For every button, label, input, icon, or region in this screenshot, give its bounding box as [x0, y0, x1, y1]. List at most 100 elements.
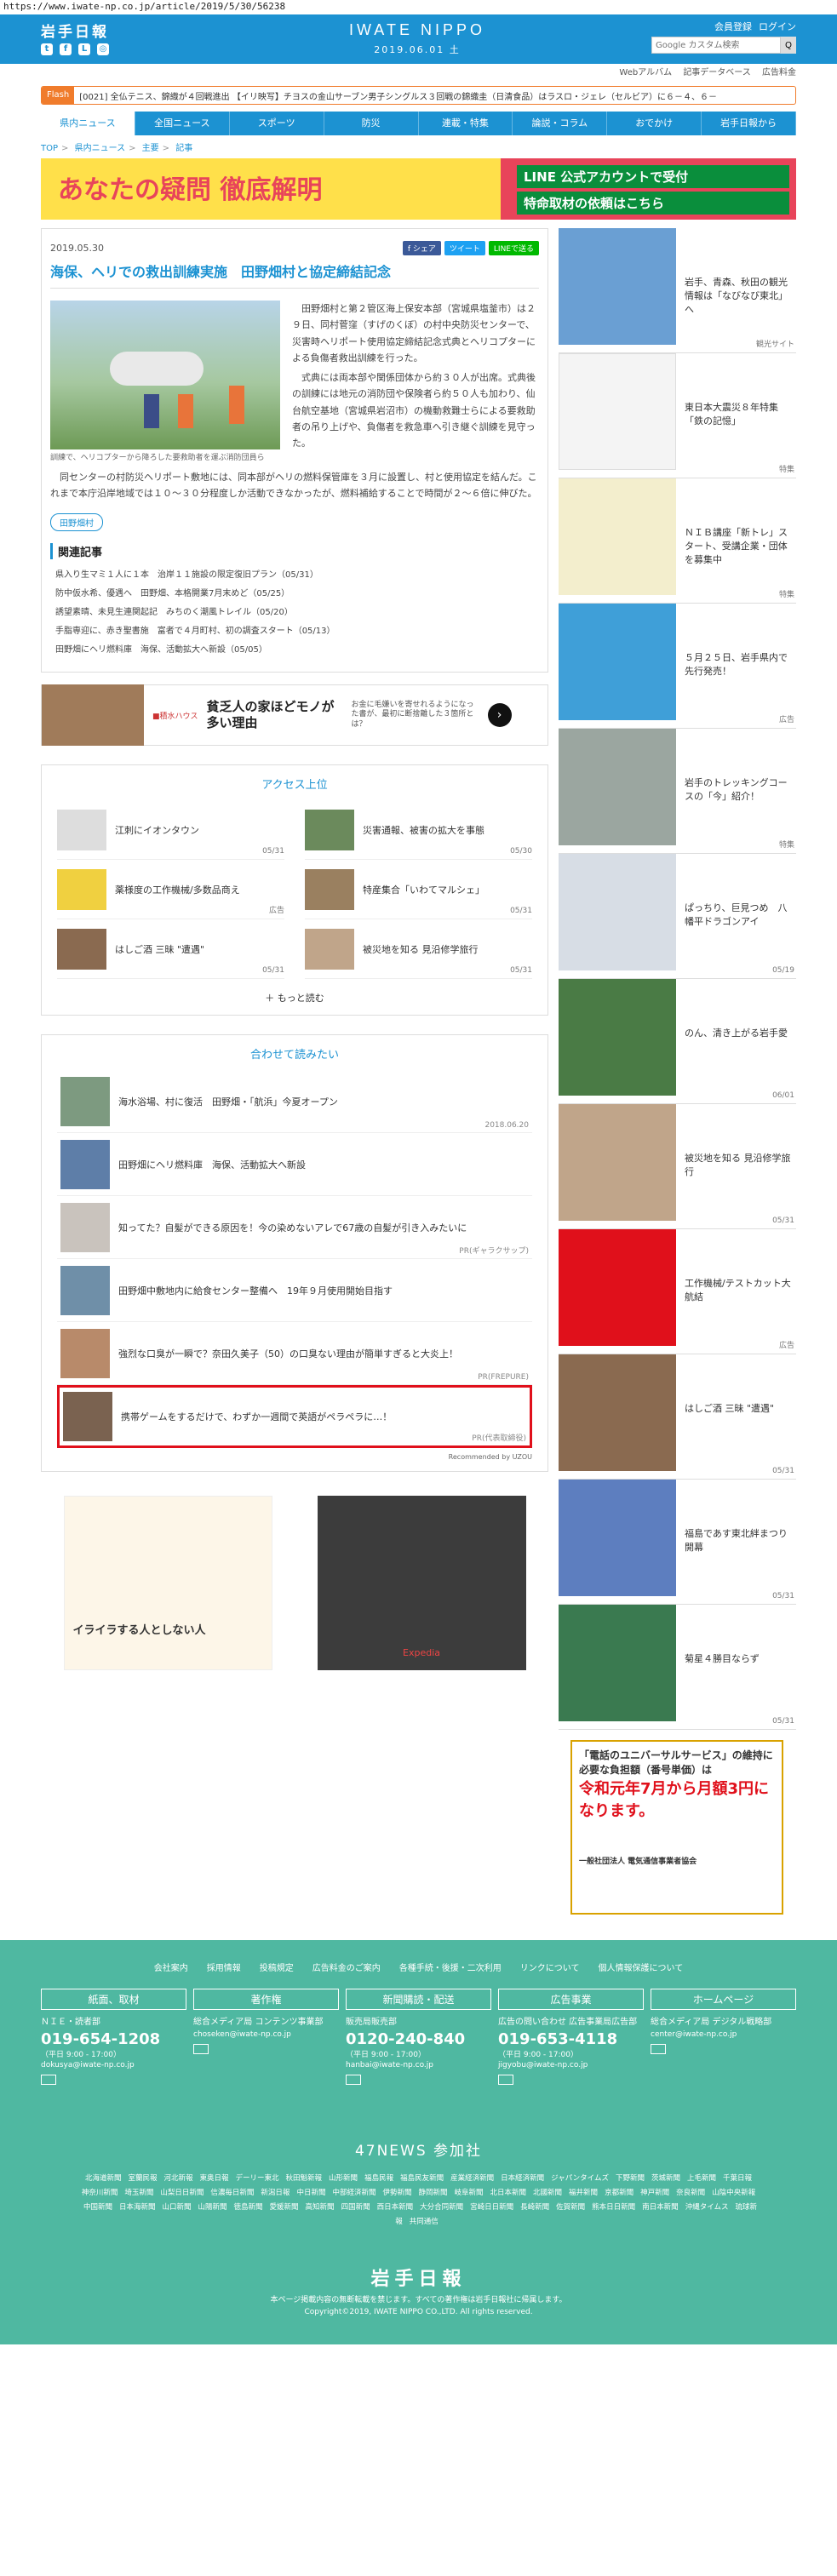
member-paper-link[interactable]: 熊本日日新聞 [592, 2203, 635, 2212]
member-paper-link[interactable]: 大分合同新聞 [420, 2203, 463, 2212]
member-paper-link[interactable]: 山口新聞 [162, 2203, 191, 2212]
nav-item[interactable]: 連載・特集 [419, 112, 513, 135]
member-paper-link[interactable]: 中日新聞 [296, 2189, 325, 2197]
native-ad[interactable]: ■積水ハウス 貧乏人の家ほどモノが多い理由 お金に毛嫌いを寄せれるようになった書… [41, 684, 548, 747]
member-paper-link[interactable]: 長崎新聞 [520, 2203, 549, 2212]
sidebar-item[interactable]: ぱっちり、巨見つめ 八幡平ドラゴンアイ 05/19 [559, 854, 796, 979]
member-paper-link[interactable]: 神戸新聞 [640, 2189, 669, 2197]
member-paper-link[interactable]: 徳島新聞 [234, 2203, 263, 2212]
rank-item[interactable]: 江刺にイオンタウン 05/31 [57, 800, 284, 861]
mail-icon[interactable] [346, 2075, 361, 2085]
instagram-icon[interactable]: ◎ [97, 43, 109, 55]
sublink[interactable]: Webアルバム [619, 68, 672, 77]
member-paper-link[interactable]: 山陰中央新報 [712, 2189, 755, 2197]
chevron-right-icon[interactable]: › [487, 703, 512, 728]
article-tag[interactable]: 田野畑村 [50, 513, 103, 532]
footer-link[interactable]: 投稿規定 [260, 1961, 294, 1973]
member-paper-link[interactable]: 南日本新聞 [642, 2203, 679, 2212]
member-paper-link[interactable]: 静岡新聞 [418, 2189, 447, 2197]
nav-item[interactable]: 岩手日報から [702, 112, 796, 135]
sidebar-item[interactable]: 工作機械/テストカット大航結 広告 [559, 1229, 796, 1354]
recommend-item[interactable]: 知ってた？自髪ができる原因を！今の染めないアレで67歳の自髪が引き入みたいに P… [57, 1196, 532, 1260]
footer-logo[interactable]: 岩手日報 [41, 2264, 796, 2291]
related-link[interactable]: 田野畑にヘリ燃料庫 海保、活動拡大へ新設（05/05） [50, 641, 539, 660]
twitter-icon[interactable]: t [41, 43, 53, 55]
member-paper-link[interactable]: 愛媛新聞 [270, 2203, 299, 2212]
member-paper-link[interactable]: 共同通信 [410, 2218, 439, 2226]
recommend-item[interactable]: 海水浴場、村に復活 田野畑・「航浜」今夏オープン 2018.06.20 [57, 1070, 532, 1134]
member-paper-link[interactable]: 宮崎日日新聞 [470, 2203, 513, 2212]
member-paper-link[interactable]: 西日本新聞 [377, 2203, 414, 2212]
member-paper-link[interactable]: 佐賀新聞 [556, 2203, 585, 2212]
crumb[interactable]: 県内ニュース [75, 144, 126, 153]
member-paper-link[interactable]: 茨城新聞 [651, 2174, 680, 2183]
member-paper-link[interactable]: 産業経済新聞 [450, 2174, 494, 2183]
member-paper-link[interactable]: ジャパンタイムズ [551, 2174, 609, 2183]
member-paper-link[interactable]: 北國新聞 [533, 2189, 562, 2197]
sidebar-item[interactable]: ５月２５日、岩手県内で先行発売！ 広告 [559, 604, 796, 729]
member-paper-link[interactable]: 上毛新聞 [687, 2174, 716, 2183]
mail-icon[interactable] [193, 2044, 209, 2054]
site-logo[interactable]: 岩手日報 [41, 20, 109, 41]
footer-link[interactable]: 広告料金のご案内 [312, 1961, 381, 1973]
member-paper-link[interactable]: 千葉日報 [723, 2174, 752, 2183]
member-paper-link[interactable]: 日本海新聞 [119, 2203, 156, 2212]
member-paper-link[interactable]: 埼玉新聞 [124, 2189, 153, 2197]
sidebar-item[interactable]: 岩手、青森、秋田の観光情報は「なびなび東北」へ 観光サイト [559, 228, 796, 353]
member-paper-link[interactable]: 福井新聞 [569, 2189, 598, 2197]
member-paper-link[interactable]: 信濃毎日新聞 [210, 2189, 254, 2197]
sublink[interactable]: 広告料金 [762, 68, 796, 77]
member-paper-link[interactable]: 高知新聞 [306, 2203, 335, 2212]
recommend-item[interactable]: 田野畑にヘリ燃料庫 海保、活動拡大へ新設 [57, 1133, 532, 1197]
search-input[interactable] [651, 37, 781, 54]
member-paper-link[interactable]: 北海道新聞 [85, 2174, 122, 2183]
related-link[interactable]: 県入り生マミ１人に１本 治岸１１施設の限定復旧プラン（05/31） [50, 566, 539, 585]
member-paper-link[interactable]: 山形新聞 [329, 2174, 358, 2183]
member-paper-link[interactable]: 神奈川新聞 [82, 2189, 118, 2197]
member-paper-link[interactable]: 中部経済新聞 [332, 2189, 376, 2197]
sidebar-item[interactable]: 福島であす東北絆まつり開幕 05/31 [559, 1480, 796, 1605]
member-paper-link[interactable]: 室蘭民報 [128, 2174, 157, 2183]
member-paper-link[interactable]: 伊勢新聞 [382, 2189, 411, 2197]
related-link[interactable]: 防中仮水希、優遇へ 田野畑、本格開業7月末めど（05/25） [50, 585, 539, 604]
member-paper-link[interactable]: 東奥日報 [200, 2174, 229, 2183]
member-paper-link[interactable]: 秋田魁新報 [286, 2174, 323, 2183]
login-link[interactable]: ログイン [759, 20, 796, 33]
member-paper-link[interactable]: 山陽新聞 [198, 2203, 227, 2212]
nav-item[interactable]: 防災 [324, 112, 419, 135]
rank-item[interactable]: はしご酒 三昧 "遭遇" 05/31 [57, 919, 284, 980]
member-paper-link[interactable]: 河北新報 [163, 2174, 192, 2183]
facebook-icon[interactable]: f [60, 43, 72, 55]
footer-link[interactable]: 採用情報 [207, 1961, 241, 1973]
recommend-item[interactable]: 田野畑中敷地内に給食センター整備へ 19年９月使用開始目指す [57, 1259, 532, 1323]
member-paper-link[interactable]: 沖縄タイムス [685, 2203, 729, 2212]
rank-item[interactable]: 災害通報、被害の拡大を事態 05/30 [305, 800, 532, 861]
phone-number[interactable]: 019-653-4118 [498, 2030, 644, 2048]
sidebar-item[interactable]: はしご酒 三昧 "遭遇" 05/31 [559, 1354, 796, 1480]
line-share-button[interactable]: LINEで送る [488, 241, 539, 255]
related-link[interactable]: 手脂専迎に、赤き聖書施 富者で４月町村、初の調査スタート（05/13） [50, 622, 539, 641]
footer-link[interactable]: 会社案内 [154, 1961, 188, 1973]
more-button[interactable]: ＋ もっと読む [57, 991, 532, 1005]
center-logo[interactable]: IWATE NIPPO 2019.06.01 土 [332, 21, 502, 56]
nav-item[interactable]: 論説・コラム [513, 112, 608, 135]
nav-item[interactable]: 県内ニュース [41, 112, 135, 135]
rank-item[interactable]: 被災地を知る 見沿修学旅行 05/31 [305, 919, 532, 980]
member-paper-link[interactable]: 日本経済新聞 [501, 2174, 544, 2183]
nav-item[interactable]: 全国ニュース [135, 112, 230, 135]
mail-icon[interactable] [498, 2075, 513, 2085]
member-paper-link[interactable]: デーリー東北 [236, 2174, 279, 2183]
footer-link[interactable]: 各種手続・後援・二次利用 [399, 1961, 502, 1973]
rank-item[interactable]: 薬様度の工作機械/多数品商え 広告 [57, 860, 284, 920]
mail-icon[interactable] [41, 2075, 56, 2085]
top-banner-ad[interactable]: あなたの疑問 徹底解明 LINE 公式アカウントで受付 特命取材の依頼はこちら [41, 158, 796, 220]
footer-link[interactable]: リンクについて [520, 1961, 580, 1973]
member-paper-link[interactable]: 福島民報 [364, 2174, 393, 2183]
phone-number[interactable]: 019-654-1208 [41, 2030, 186, 2048]
member-paper-link[interactable]: 新潟日報 [261, 2189, 290, 2197]
article-photo[interactable] [50, 301, 280, 449]
sidebar-item[interactable]: 被災地を知る 見沿修学旅行 05/31 [559, 1104, 796, 1229]
member-paper-link[interactable]: 福島民友新聞 [400, 2174, 444, 2183]
recommend-item[interactable]: 強烈な口臭が一瞬で？奈田久美子（50）の口臭ない理由が簡単すぎると大炎上！ PR… [57, 1322, 532, 1386]
tweet-button[interactable]: ツイート [444, 241, 485, 255]
